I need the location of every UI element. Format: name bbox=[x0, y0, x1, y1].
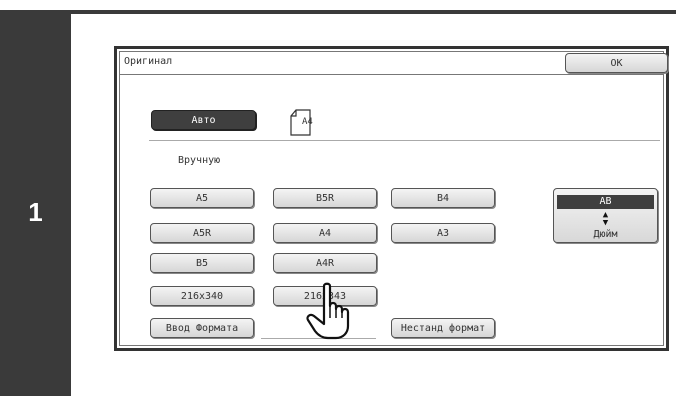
step-number: 1 bbox=[28, 197, 43, 227]
auto-size-label: A4 bbox=[302, 117, 313, 127]
panel-inner-frame: Оригинал OK Авто A4 Вручную A5 B5R B4 A5… bbox=[119, 51, 668, 346]
size-a5-button[interactable]: A5 bbox=[150, 188, 254, 208]
size-a4-button[interactable]: A4 bbox=[273, 223, 377, 243]
size-b5r-button[interactable]: B5R bbox=[273, 188, 377, 208]
unit-alternate: Дюйм bbox=[593, 229, 618, 240]
up-down-arrows-icon: ▲ ▼ bbox=[602, 210, 609, 228]
manual-label: Вручную bbox=[178, 155, 221, 166]
auto-button[interactable]: Авто bbox=[151, 110, 256, 130]
size-b5-button[interactable]: B5 bbox=[150, 253, 254, 273]
ok-button[interactable]: OK bbox=[565, 53, 668, 73]
pointing-hand-icon bbox=[306, 282, 350, 340]
size-a5r-button[interactable]: A5R bbox=[150, 223, 254, 243]
nonstandard-size-button[interactable]: Нестанд формат bbox=[391, 318, 495, 338]
size-a3-button[interactable]: A3 bbox=[391, 223, 495, 243]
top-rule bbox=[71, 10, 676, 14]
size-a4r-button[interactable]: A4R bbox=[273, 253, 377, 273]
size-216x340-button[interactable]: 216x340 bbox=[150, 286, 254, 306]
unit-selected: AB bbox=[557, 195, 654, 209]
divider bbox=[149, 140, 660, 141]
original-size-panel: Оригинал OK Авто A4 Вручную A5 B5R B4 A5… bbox=[114, 46, 669, 351]
size-b4-button[interactable]: B4 bbox=[391, 188, 495, 208]
unit-toggle-button[interactable]: AB ▲ ▼ Дюйм bbox=[553, 188, 658, 243]
panel-title: Оригинал bbox=[124, 56, 173, 67]
input-size-button[interactable]: Ввод Формата bbox=[150, 318, 254, 338]
